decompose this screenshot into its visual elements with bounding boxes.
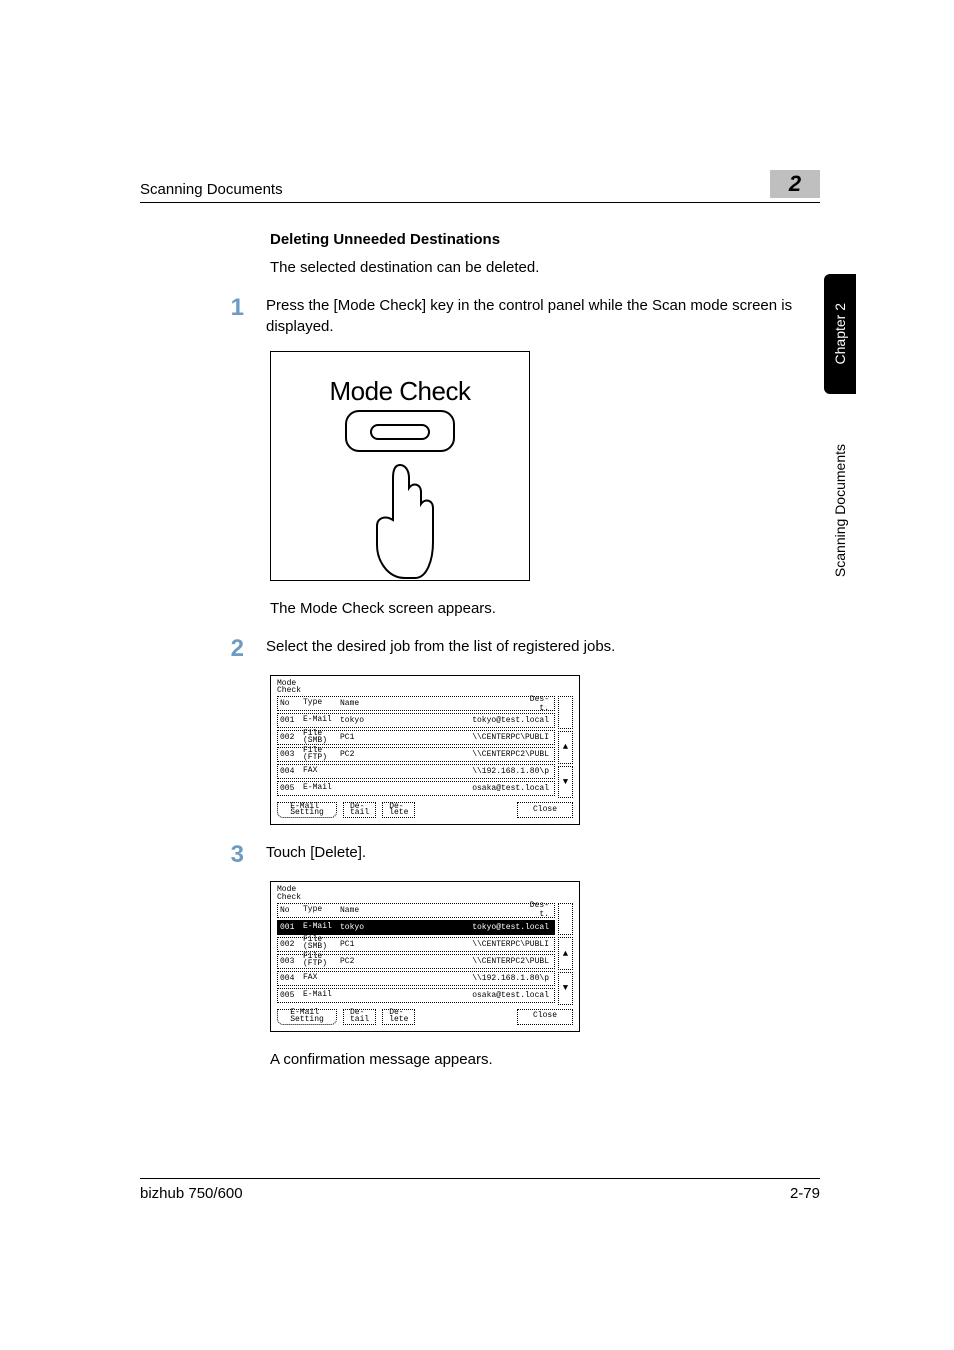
step-text: Select the desired job from the list of … <box>266 637 820 657</box>
table-row[interactable]: 001 E-Mail tokyo tokyo@test.local <box>277 713 555 728</box>
figure-screen-selected: Mode Check No Type Name Des-t. 001 E-Mai… <box>270 881 580 1031</box>
screen-title: Mode Check <box>277 886 573 900</box>
step-text: Press the [Mode Check] key in the contro… <box>266 296 820 337</box>
screen-scrollbar: ▲ ▼ <box>558 903 573 1005</box>
step-2: 2 Select the desired job from the list o… <box>220 637 820 661</box>
screen-main: No Type Name Des-t. 001 E-Mail tokyo tok… <box>277 903 555 1005</box>
table-row[interactable]: 002 File (SMB) PC1 \\CENTERPC\PUBLI <box>277 937 555 952</box>
page-footer: bizhub 750/600 2-79 <box>140 1178 820 1202</box>
side-tab-chapter: Chapter 2 <box>824 274 856 394</box>
detail-button[interactable]: De-tail <box>343 1009 376 1025</box>
scroll-up-icon[interactable]: ▲ <box>558 731 573 764</box>
table-row[interactable]: 003 File (FTP) PC2 \\CENTERPC2\PUBL <box>277 954 555 969</box>
delete-button[interactable]: De-lete <box>382 802 415 818</box>
figure-screen-unselected: Mode Check No Type Name Des-t. 001 E-Mai… <box>270 675 580 825</box>
step-3: 3 Touch [Delete]. <box>220 843 820 867</box>
screen-table: No Type Name Des-t. 001 E-Mail tokyo tok… <box>277 903 573 1005</box>
step-number: 2 <box>220 637 244 661</box>
content-area: Deleting Unneeded Destinations The selec… <box>140 231 820 1070</box>
subheading: Deleting Unneeded Destinations <box>270 231 820 248</box>
footer-model: bizhub 750/600 <box>140 1185 243 1202</box>
key-inner <box>370 424 430 440</box>
screen-buttons: E-MailSetting De-tail De-lete Close <box>277 802 573 818</box>
header-chapter-badge: 2 <box>770 170 820 198</box>
side-tab-section: Scanning Documents <box>824 406 856 616</box>
scrollbar-track[interactable] <box>558 696 573 729</box>
step-number: 3 <box>220 843 244 867</box>
scrollbar-track[interactable] <box>558 903 573 936</box>
mode-check-label: Mode Check <box>271 376 529 407</box>
after-fig3-text: A confirmation message appears. <box>270 1050 820 1070</box>
table-row[interactable]: 004 FAX \\192.168.1.80\p <box>277 971 555 986</box>
delete-button[interactable]: De-lete <box>382 1009 415 1025</box>
screen-main: No Type Name Des-t. 001 E-Mail tokyo tok… <box>277 696 555 798</box>
detail-button[interactable]: De-tail <box>343 802 376 818</box>
scroll-up-icon[interactable]: ▲ <box>558 937 573 970</box>
email-setting-button[interactable]: E-MailSetting <box>277 802 337 818</box>
footer-page: 2-79 <box>790 1185 820 1202</box>
step-text: Touch [Delete]. <box>266 843 820 863</box>
screen-table: No Type Name Des-t. 001 E-Mail tokyo tok… <box>277 696 573 798</box>
table-row[interactable]: 005 E-Mail osaka@test.local <box>277 988 555 1003</box>
screen-header-row: No Type Name Des-t. <box>277 696 555 711</box>
email-setting-button[interactable]: E-MailSetting <box>277 1009 337 1025</box>
page-header: Scanning Documents 2 <box>140 170 820 203</box>
side-tab-chapter-text: Chapter 2 <box>832 303 848 364</box>
step-1: 1 Press the [Mode Check] key in the cont… <box>220 296 820 337</box>
figure-mode-check-key: Mode Check <box>270 351 530 581</box>
screen-header-row: No Type Name Des-t. <box>277 903 555 918</box>
close-button[interactable]: Close <box>517 802 573 818</box>
page-body: Scanning Documents 2 Deleting Unneeded D… <box>140 170 820 1088</box>
key-outline <box>345 410 455 452</box>
intro-text: The selected destination can be deleted. <box>270 258 820 278</box>
table-row-selected[interactable]: 001 E-Mail tokyo tokyo@test.local <box>277 920 555 935</box>
close-button[interactable]: Close <box>517 1009 573 1025</box>
table-row[interactable]: 002 File (SMB) PC1 \\CENTERPC\PUBLI <box>277 730 555 745</box>
scroll-down-icon[interactable]: ▼ <box>558 972 573 1005</box>
screen-title: Mode Check <box>277 680 573 694</box>
table-row[interactable]: 003 File (FTP) PC2 \\CENTERPC2\PUBL <box>277 747 555 762</box>
screen-buttons: E-MailSetting De-tail De-lete Close <box>277 1009 573 1025</box>
hand-icon <box>355 460 445 580</box>
after-fig1-text: The Mode Check screen appears. <box>270 599 820 619</box>
side-tab-section-text: Scanning Documents <box>832 444 848 577</box>
table-row[interactable]: 005 E-Mail osaka@test.local <box>277 781 555 796</box>
table-row[interactable]: 004 FAX \\192.168.1.80\p <box>277 764 555 779</box>
screen-scrollbar: ▲ ▼ <box>558 696 573 798</box>
step-number: 1 <box>220 296 244 320</box>
scroll-down-icon[interactable]: ▼ <box>558 766 573 799</box>
header-section: Scanning Documents <box>140 181 283 198</box>
